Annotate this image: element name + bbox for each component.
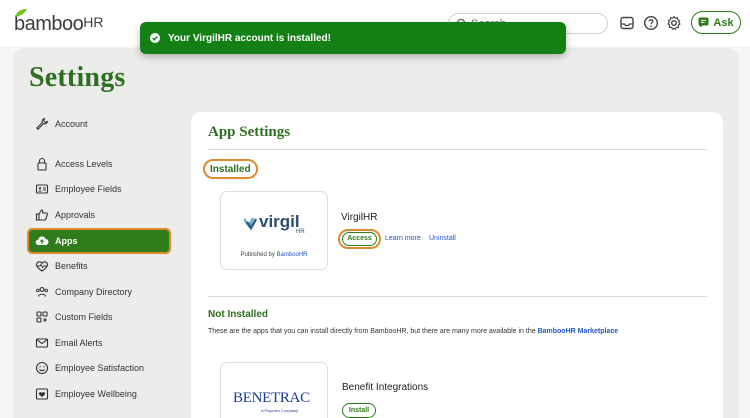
description-text: These are the apps that you can install … (208, 328, 536, 335)
virgilhr-logo: virgil HR (244, 212, 305, 234)
leaf-icon (15, 9, 27, 17)
sidebar-item-approvals[interactable]: Approvals (29, 204, 169, 226)
people-icon (36, 287, 48, 297)
sidebar-item-employee-fields[interactable]: Employee Fields (29, 178, 169, 200)
app-settings-title: App Settings (208, 124, 291, 140)
smile-icon (35, 361, 49, 375)
toast-message: Your VirgilHR account is installed! (168, 32, 331, 44)
benetrac-logo: BENETRAC (233, 390, 310, 406)
sidebar-item-label: Apps (55, 236, 78, 246)
id-card-icon (35, 184, 49, 194)
heart-pulse-icon (36, 261, 48, 272)
sidebar-item-label: Employee Satisfaction (55, 363, 145, 373)
access-button[interactable]: Access (338, 229, 381, 249)
learn-more-link[interactable]: Learn more (385, 235, 421, 242)
wellbeing-icon (35, 388, 49, 400)
grid-plus-icon (36, 311, 48, 323)
benetrac-logo-sub: A Paychex Company (261, 408, 299, 413)
sidebar-item-label: Benefits (55, 261, 88, 271)
thumbs-up-icon (35, 209, 48, 221)
mail-icon (35, 338, 49, 348)
virgilhr-app-tile[interactable]: virgil HR Published by BambooHR (220, 191, 328, 270)
sidebar-item-label: Employee Fields (55, 184, 122, 194)
cloud-upload-icon (35, 236, 49, 246)
success-toast: Your VirgilHR account is installed! (140, 22, 566, 54)
app-name: Benefit Integrations (342, 382, 429, 393)
app-name: VirgilHR (341, 212, 378, 223)
ask-label: Ask (713, 16, 734, 29)
sidebar-item-apps[interactable]: Apps (27, 228, 171, 254)
sidebar-item-account[interactable]: Account (29, 113, 169, 135)
wrench-icon (36, 117, 49, 130)
gear-icon[interactable] (666, 15, 682, 31)
sidebar-item-benefits[interactable]: Benefits (29, 255, 169, 277)
uninstall-link[interactable]: Uninstall (429, 235, 456, 242)
benetrac-app-tile[interactable]: BENETRAC A Paychex Company (220, 362, 328, 418)
not-installed-heading: Not Installed (208, 309, 269, 320)
sidebar-item-label: Custom Fields (55, 312, 113, 322)
install-button[interactable]: Install (342, 403, 376, 418)
virgilhr-logo-text: virgil (259, 212, 300, 231)
installed-heading: Installed (203, 159, 258, 179)
publisher-link[interactable]: BambooHR (277, 252, 308, 258)
logo-hr-text: HR (83, 14, 104, 30)
lock-icon (37, 157, 47, 171)
divider (208, 149, 707, 150)
sidebar-item-label: Employee Wellbeing (55, 389, 137, 399)
ask-button[interactable]: Ask (691, 11, 741, 34)
not-installed-description: These are the apps that you can install … (208, 328, 618, 335)
sidebar-item-label: Company Directory (55, 287, 133, 297)
virgilhr-logo-sub: HR (296, 229, 305, 234)
sidebar-item-employee-satisfaction[interactable]: Employee Satisfaction (29, 357, 169, 379)
check-circle-icon (150, 33, 160, 43)
marketplace-link[interactable]: BambooHR Marketplace (538, 328, 619, 335)
bamboohr-logo[interactable]: bambooHR (12, 9, 104, 35)
published-by: Published by BambooHR (221, 252, 327, 258)
sidebar-item-label: Email Alerts (55, 338, 103, 348)
sidebar-item-email-alerts[interactable]: Email Alerts (29, 332, 169, 354)
sidebar-item-label: Approvals (55, 210, 96, 220)
sidebar-item-company-directory[interactable]: Company Directory (29, 281, 169, 303)
sidebar-item-label: Access Levels (55, 159, 113, 169)
published-prefix: Published by (240, 252, 275, 258)
chat-bubble-icon (698, 17, 709, 28)
sidebar-item-employee-wellbeing[interactable]: Employee Wellbeing (29, 383, 169, 405)
divider (208, 296, 707, 297)
sidebar-item-label: Account (55, 119, 88, 129)
sidebar-item-custom-fields[interactable]: Custom Fields (29, 306, 169, 328)
inbox-icon[interactable] (619, 15, 635, 31)
page-title: Settings (29, 62, 126, 93)
access-label: Access (342, 232, 377, 246)
sidebar-item-access-levels[interactable]: Access Levels (29, 153, 169, 175)
help-icon[interactable] (643, 15, 659, 31)
